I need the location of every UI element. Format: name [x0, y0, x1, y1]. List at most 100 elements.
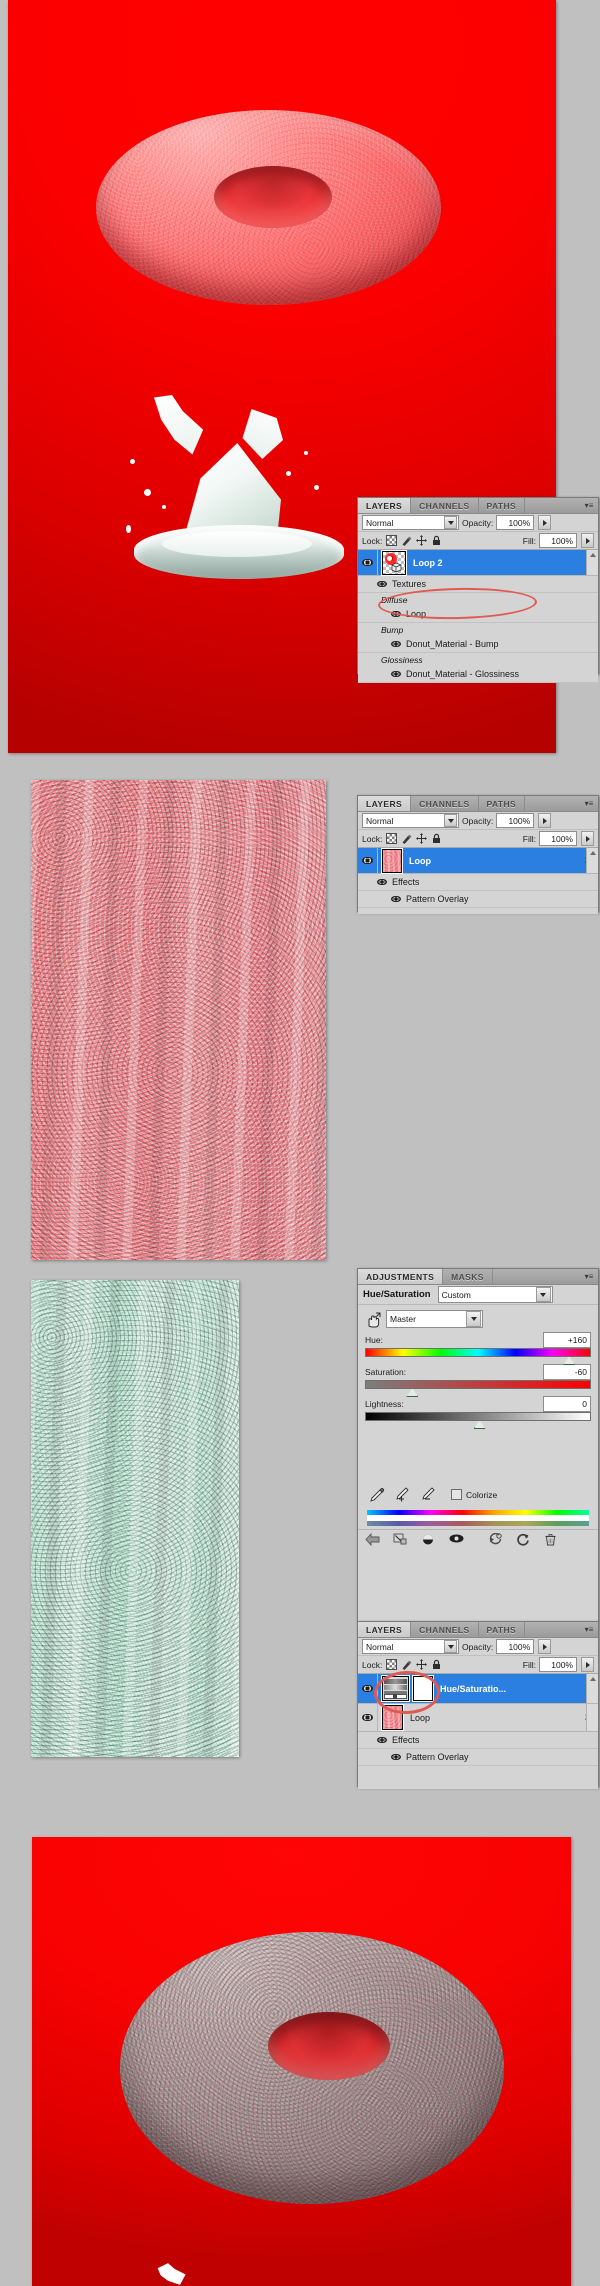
- reset-icon[interactable]: [516, 1533, 530, 1547]
- list-item[interactable]: Loop: [358, 606, 598, 623]
- eye-icon[interactable]: [391, 896, 401, 902]
- lock-transparent-pixels-icon[interactable]: [385, 833, 397, 845]
- blend-mode-select[interactable]: Normal: [362, 1639, 459, 1654]
- color-range-spectrum[interactable]: [367, 1510, 589, 1526]
- eye-icon[interactable]: [391, 671, 401, 677]
- chevron-down-icon[interactable]: [444, 814, 457, 827]
- layer-scrollbar[interactable]: [586, 1704, 598, 1731]
- saturation-slider-track[interactable]: [365, 1380, 591, 1397]
- eye-icon[interactable]: [391, 641, 401, 647]
- blend-mode-select[interactable]: Normal: [362, 813, 459, 828]
- fill-value[interactable]: 100%: [539, 533, 577, 548]
- lock-row[interactable]: Lock: Fill: 100%: [358, 1656, 598, 1674]
- table-row[interactable]: Loop 2: [358, 549, 598, 576]
- fill-value[interactable]: 100%: [539, 831, 577, 846]
- hue-value-field[interactable]: +160: [543, 1332, 591, 1348]
- scroll-up-icon[interactable]: [590, 553, 596, 557]
- layer-list-3[interactable]: Hue/Saturatio... Loop fx Effects Pattern…: [358, 1669, 598, 1789]
- chevron-down-icon[interactable]: [466, 1311, 481, 1327]
- eye-icon[interactable]: [377, 581, 387, 587]
- layers-panel-1[interactable]: LAYERS CHANNELS PATHS ▾≡ Normal Opacity:…: [357, 497, 599, 683]
- panel-menu-icon[interactable]: ▾≡: [580, 796, 598, 811]
- list-item[interactable]: Effects: [358, 874, 598, 891]
- blend-row[interactable]: Normal Opacity: 100%: [358, 812, 598, 830]
- chevron-down-icon[interactable]: [535, 1287, 551, 1302]
- tab-masks[interactable]: MASKS: [443, 1269, 493, 1284]
- opacity-stepper[interactable]: [538, 1639, 552, 1654]
- reset-preview-icon[interactable]: [488, 1532, 502, 1547]
- eye-icon[interactable]: [377, 879, 387, 885]
- adjustments-footer[interactable]: [358, 1529, 598, 1549]
- on-image-adjust-hand-icon[interactable]: [365, 1312, 381, 1328]
- colorize-checkbox-row[interactable]: Colorize: [451, 1489, 497, 1500]
- panel-tabbar[interactable]: ADJUSTMENTS MASKS ▾≡: [358, 1269, 598, 1285]
- lightness-slider-group[interactable]: Lightness: 0: [365, 1396, 591, 1429]
- lock-image-pixels-icon[interactable]: [400, 535, 412, 547]
- opacity-value[interactable]: 100%: [496, 515, 535, 530]
- saturation-slider-thumb[interactable]: [406, 1388, 419, 1397]
- tab-channels[interactable]: CHANNELS: [411, 1622, 479, 1637]
- clip-to-layer-icon[interactable]: [393, 1533, 407, 1547]
- preset-select[interactable]: Custom: [437, 1286, 553, 1303]
- panel-menu-icon[interactable]: ▾≡: [580, 1622, 598, 1637]
- list-item[interactable]: Effects: [358, 1732, 598, 1749]
- eye-icon[interactable]: [391, 611, 401, 617]
- lock-row[interactable]: Lock: Fill: 100%: [358, 532, 598, 550]
- layer-scrollbar[interactable]: [586, 1674, 598, 1703]
- lock-transparent-pixels-icon[interactable]: [385, 1659, 397, 1671]
- table-row[interactable]: Loop fx: [358, 847, 598, 874]
- delete-icon[interactable]: [544, 1533, 558, 1547]
- hue-slider-group[interactable]: Hue: +160: [365, 1332, 591, 1365]
- opacity-stepper[interactable]: [538, 813, 552, 828]
- lock-row[interactable]: Lock: Fill: 100%: [358, 830, 598, 848]
- table-row[interactable]: Loop fx: [358, 1704, 598, 1732]
- layer-thumbnail[interactable]: [381, 847, 403, 874]
- layer-visibility-toggle[interactable]: [358, 848, 378, 873]
- saturation-value-field[interactable]: -60: [543, 1364, 591, 1380]
- lock-all-icon[interactable]: [430, 535, 442, 547]
- tab-paths[interactable]: PATHS: [478, 1622, 526, 1637]
- opacity-stepper[interactable]: [538, 515, 552, 530]
- chevron-down-icon[interactable]: [444, 1640, 457, 1653]
- blend-mode-select[interactable]: Normal: [362, 515, 459, 530]
- layer-list-1[interactable]: Loop 2 Textures Diffuse Loop Bump Donut_…: [358, 549, 598, 683]
- lightness-slider-track[interactable]: [365, 1412, 591, 1429]
- fill-value[interactable]: 100%: [539, 1657, 577, 1672]
- lock-image-pixels-icon[interactable]: [400, 833, 412, 845]
- tab-channels[interactable]: CHANNELS: [411, 796, 479, 811]
- table-row[interactable]: Hue/Saturatio...: [358, 1674, 598, 1704]
- layer-visibility-toggle[interactable]: [358, 1704, 378, 1731]
- eyedropper-row[interactable]: Colorize: [365, 1483, 591, 1504]
- panel-menu-icon[interactable]: ▾≡: [580, 498, 598, 513]
- layers-panel-3[interactable]: LAYERS CHANNELS PATHS ▾≡ Normal Opacity:…: [357, 1621, 599, 1789]
- opacity-value[interactable]: 100%: [496, 1639, 535, 1654]
- scroll-up-icon[interactable]: [590, 1677, 596, 1681]
- adjustment-layer-thumbnail[interactable]: [381, 1675, 410, 1702]
- tab-paths[interactable]: PATHS: [478, 796, 526, 811]
- lock-all-icon[interactable]: [430, 833, 442, 845]
- hue-slider-thumb[interactable]: [563, 1356, 576, 1365]
- scroll-up-icon[interactable]: [590, 851, 596, 855]
- tab-adjustments[interactable]: ADJUSTMENTS: [358, 1269, 444, 1284]
- preview-toggle-icon[interactable]: [421, 1533, 435, 1547]
- tab-layers[interactable]: LAYERS: [358, 498, 412, 513]
- eyedropper-icon[interactable]: [369, 1487, 385, 1502]
- blend-row[interactable]: Normal Opacity: 100%: [358, 514, 598, 532]
- hue-slider-track[interactable]: [365, 1348, 591, 1365]
- adjustments-panel[interactable]: ADJUSTMENTS MASKS ▾≡ Hue/Saturation Cust…: [357, 1268, 599, 1622]
- lock-transparent-pixels-icon[interactable]: [385, 535, 397, 547]
- list-item[interactable]: Donut_Material - Glossiness: [358, 666, 598, 683]
- saturation-slider-group[interactable]: Saturation: -60: [365, 1364, 591, 1397]
- lock-position-icon[interactable]: [415, 833, 427, 845]
- panel-menu-icon[interactable]: ▾≡: [580, 1269, 598, 1284]
- list-item[interactable]: Pattern Overlay: [358, 1749, 598, 1766]
- channel-select[interactable]: Master: [386, 1310, 483, 1328]
- lock-position-icon[interactable]: [415, 1659, 427, 1671]
- fill-stepper[interactable]: [581, 831, 594, 846]
- panel-tabbar[interactable]: LAYERS CHANNELS PATHS ▾≡: [358, 796, 598, 812]
- blend-row[interactable]: Normal Opacity: 100%: [358, 1638, 598, 1656]
- layer-visibility-toggle[interactable]: [358, 550, 378, 575]
- panel-tabbar[interactable]: LAYERS CHANNELS PATHS ▾≡: [358, 498, 598, 514]
- chevron-down-icon[interactable]: [444, 516, 457, 529]
- tab-layers[interactable]: LAYERS: [358, 796, 412, 811]
